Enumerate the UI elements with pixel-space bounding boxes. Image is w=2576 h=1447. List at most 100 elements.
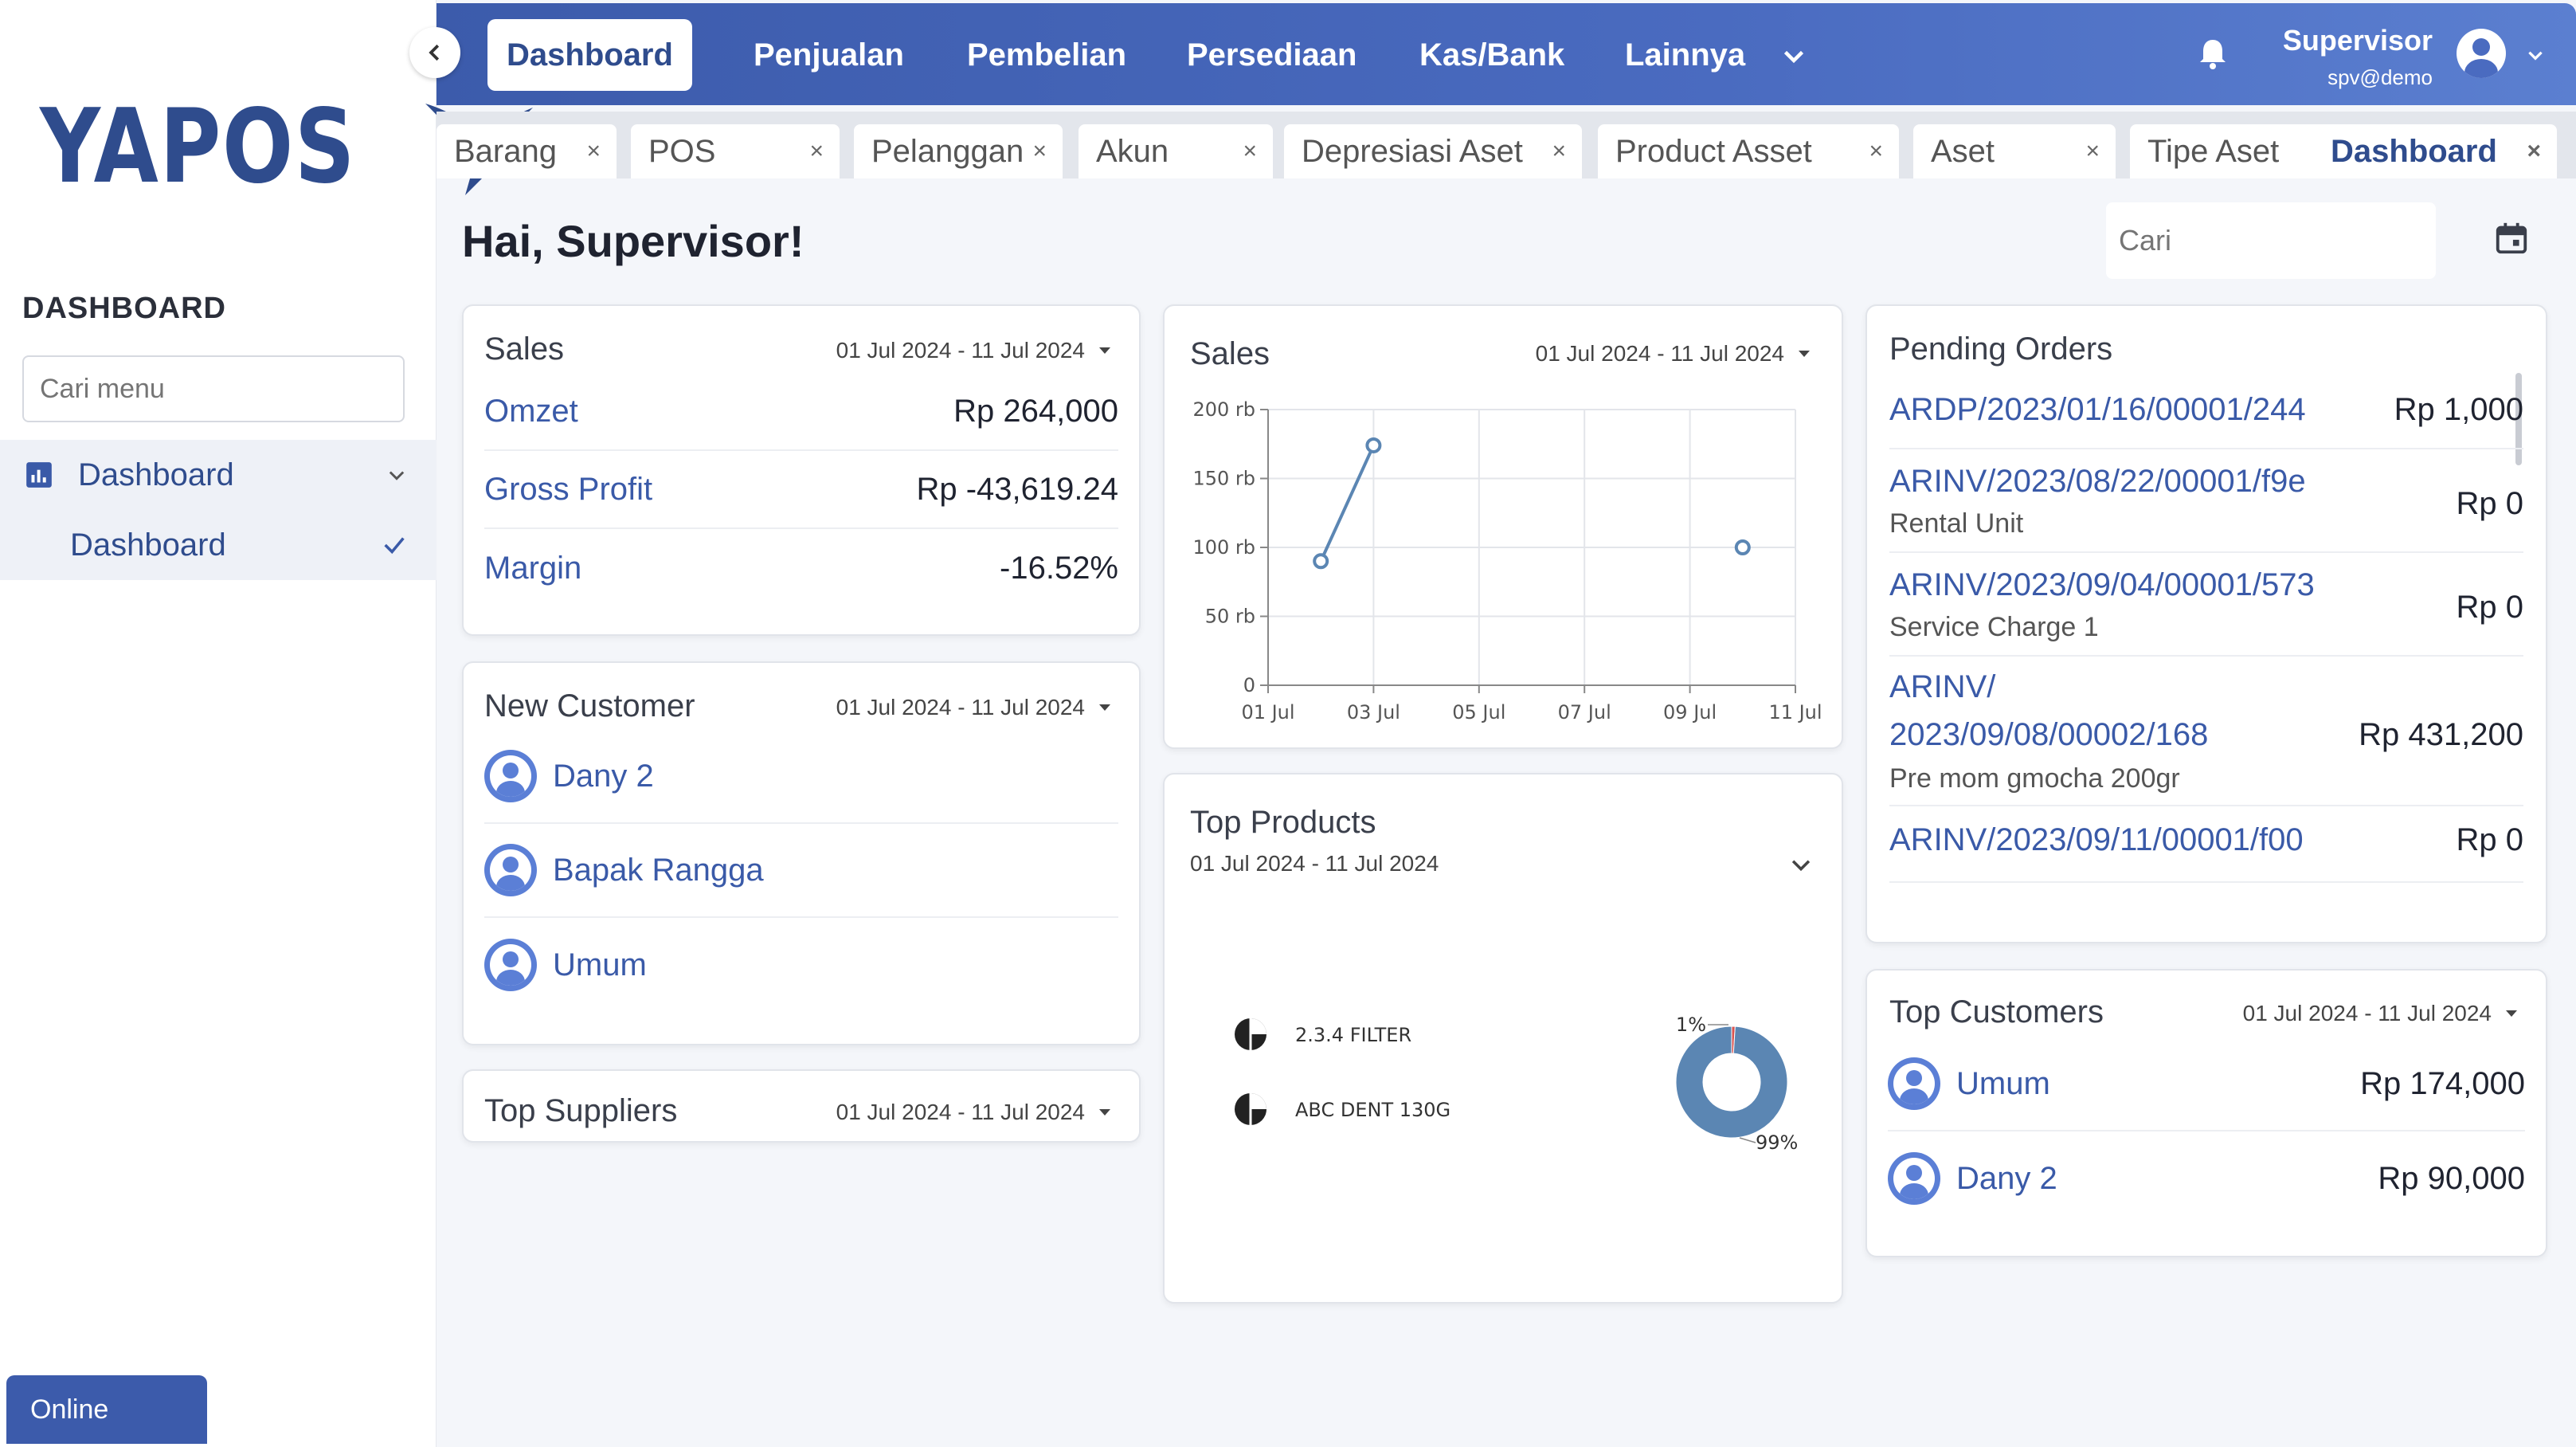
customer-name[interactable]: Bapak Rangga — [553, 853, 764, 888]
list-item[interactable]: ARINV/ 2023/09/08/00002/168 Pre mom gmoc… — [1889, 657, 2523, 806]
sidebar-item-dashboard[interactable]: Dashboard — [0, 440, 437, 510]
sidebar-subitem-dashboard[interactable]: Dashboard — [0, 510, 437, 580]
main-search-input[interactable] — [2119, 224, 2489, 257]
order-id[interactable]: ARINV/2023/09/11/00001/f00 — [1889, 822, 2304, 858]
list-item[interactable]: ARINV/2023/08/22/00001/f9e Rental Unit R… — [1889, 449, 2523, 553]
customer-name[interactable]: Umum — [553, 947, 647, 983]
nav-kas-bank[interactable]: Kas/Bank — [1400, 19, 1584, 91]
list-item: Gross Profit Rp -43,619.24 — [484, 451, 1118, 529]
caret-down-icon — [1099, 347, 1110, 354]
user-email: spv@demo — [2327, 65, 2433, 89]
list-item[interactable]: Dany 2 Rp 90,000 — [1888, 1131, 2525, 1225]
tab-akun[interactable]: Akun × — [1079, 124, 1273, 178]
chevron-down-icon — [389, 471, 405, 480]
date-range-selector[interactable]: 01 Jul 2024 - 11 Jul 2024 — [836, 695, 1110, 720]
order-id-line2[interactable]: 2023/09/08/00002/168 — [1889, 717, 2208, 753]
list-item[interactable]: ARINV/2023/09/04/00001/573 Service Charg… — [1889, 553, 2523, 657]
legend-label: ABC DENT 130G — [1295, 1099, 1450, 1121]
pie-legend-icon-cut — [1251, 1093, 1266, 1109]
legend-item: 2.3.4 FILTER — [1235, 1018, 1411, 1050]
order-id[interactable]: ARDP/2023/01/16/00001/244 — [1889, 392, 2306, 428]
order-description: Pre mom gmocha 200gr — [1889, 763, 2180, 794]
sales-card: Sales 01 Jul 2024 - 11 Jul 2024 Omzet Rp … — [462, 304, 1141, 636]
metric-label[interactable]: Margin — [484, 551, 581, 586]
sales-chart-card: Sales 01 Jul 2024 - 11 Jul 2024 0 50 rb 10… — [1163, 304, 1843, 749]
close-icon[interactable]: × — [1243, 138, 1257, 165]
sidebar-search-input[interactable] — [40, 373, 393, 405]
nav-dashboard[interactable]: Dashboard — [487, 19, 692, 91]
close-icon[interactable]: × — [2085, 138, 2100, 165]
avatar — [484, 844, 537, 896]
x-tick-label: 05 Jul — [1452, 701, 1505, 724]
order-amount: Rp 431,200 — [2359, 717, 2523, 752]
list-item[interactable]: ARINV/2023/09/11/00001/f00 Rp 0 — [1889, 806, 2523, 883]
nav-penjualan[interactable]: Penjualan — [734, 19, 923, 91]
online-status-button[interactable]: Online — [6, 1375, 207, 1444]
order-id-line1[interactable]: ARINV/ — [1889, 669, 1995, 705]
list-item[interactable]: Umum Rp 174,000 — [1888, 1037, 2525, 1131]
close-icon[interactable]: × — [1552, 138, 1566, 165]
tab-label: Barang — [454, 133, 557, 169]
page-title: Hai, Supervisor! — [462, 216, 805, 266]
chevron-down-icon[interactable] — [2525, 45, 2546, 65]
tab-aset[interactable]: Aset × — [1913, 124, 2116, 178]
metric-label[interactable]: Omzet — [484, 394, 578, 429]
new-customer-card: New Customer 01 Jul 2024 - 11 Jul 2024 D… — [462, 661, 1141, 1045]
y-tick-label: 200 rb — [1192, 398, 1255, 421]
bell-icon[interactable] — [2194, 35, 2232, 73]
tab-bar: Barang × POS × Pelanggan × Akun × Depresiasi… — [437, 112, 2576, 178]
list-item[interactable]: Umum — [484, 918, 1118, 1012]
chevron-down-icon[interactable] — [1779, 41, 1808, 70]
metric-value: -16.52% — [1000, 550, 1118, 586]
tab-depresiasi-aset[interactable]: Depresiasi Aset × — [1284, 124, 1582, 178]
date-range-selector[interactable]: 01 Jul 2024 - 11 Jul 2024 — [836, 338, 1110, 363]
tab-barang[interactable]: Barang × — [437, 124, 617, 178]
order-id[interactable]: ARINV/2023/09/04/00001/573 — [1889, 567, 2315, 603]
avatar — [1888, 1152, 1940, 1205]
nav-pembelian[interactable]: Pembelian — [948, 19, 1145, 91]
tab-dashboard[interactable]: Dashboard × — [2313, 124, 2557, 178]
date-range-selector[interactable]: 01 Jul 2024 - 11 Jul 2024 — [836, 1100, 1110, 1125]
sidebar-item-label: Dashboard — [78, 457, 234, 492]
tab-pos[interactable]: POS × — [631, 124, 840, 178]
card-title: Pending Orders — [1889, 331, 2113, 367]
list-item[interactable]: Bapak Rangga — [484, 824, 1118, 918]
x-tick-label: 07 Jul — [1558, 701, 1611, 724]
data-point — [1365, 437, 1382, 453]
tab-tipe-aset[interactable]: Tipe Aset× — [2130, 124, 2342, 178]
sidebar: YAPOS DASHBOARD Dashboard Dashboard Onli… — [0, 0, 534, 1447]
y-tick-label: 0 — [1243, 674, 1255, 696]
close-icon[interactable]: × — [809, 138, 824, 165]
slice-leader — [1739, 1137, 1756, 1143]
collapse-sidebar-button[interactable] — [409, 27, 460, 78]
sidebar-search[interactable] — [22, 355, 405, 422]
date-range-selector[interactable]: 01 Jul 2024 - 11 Jul 2024 — [2243, 1001, 2517, 1026]
order-id[interactable]: ARINV/2023/08/22/00001/f9e — [1889, 464, 2306, 500]
user-avatar[interactable] — [2457, 29, 2506, 78]
calendar-icon[interactable] — [2493, 220, 2530, 257]
main-search[interactable] — [2106, 202, 2489, 279]
customer-amount: Rp 174,000 — [2360, 1065, 2525, 1101]
tab-pelanggan[interactable]: Pelanggan × — [854, 124, 1063, 178]
pie-slice — [1675, 1025, 1788, 1139]
order-description: Service Charge 1 — [1889, 612, 2099, 642]
customer-amount: Rp 90,000 — [2378, 1160, 2525, 1196]
list-item[interactable]: ARDP/2023/01/16/00001/244 Rp 1,000 — [1889, 373, 2523, 449]
order-amount: Rp 0 — [2456, 590, 2524, 625]
list-item[interactable]: Dany 2 — [484, 730, 1118, 824]
metric-label[interactable]: Gross Profit — [484, 472, 652, 508]
nav-lainnya[interactable]: Lainnya — [1606, 19, 1764, 91]
customer-name[interactable]: Dany 2 — [1956, 1161, 2057, 1197]
chevron-left-icon — [429, 44, 440, 61]
close-icon[interactable]: × — [1032, 138, 1047, 165]
close-icon[interactable]: × — [586, 138, 601, 165]
close-icon[interactable]: × — [2527, 138, 2541, 165]
chart-icon — [26, 462, 52, 488]
close-icon[interactable]: × — [1869, 138, 1883, 165]
tab-label: Depresiasi Aset — [1302, 133, 1523, 169]
customer-name[interactable]: Dany 2 — [553, 759, 654, 794]
metric-value: Rp -43,619.24 — [916, 471, 1118, 507]
tab-product-asset[interactable]: Product Asset × — [1598, 124, 1899, 178]
customer-name[interactable]: Umum — [1956, 1066, 2050, 1102]
nav-persediaan[interactable]: Persediaan — [1168, 19, 1376, 91]
